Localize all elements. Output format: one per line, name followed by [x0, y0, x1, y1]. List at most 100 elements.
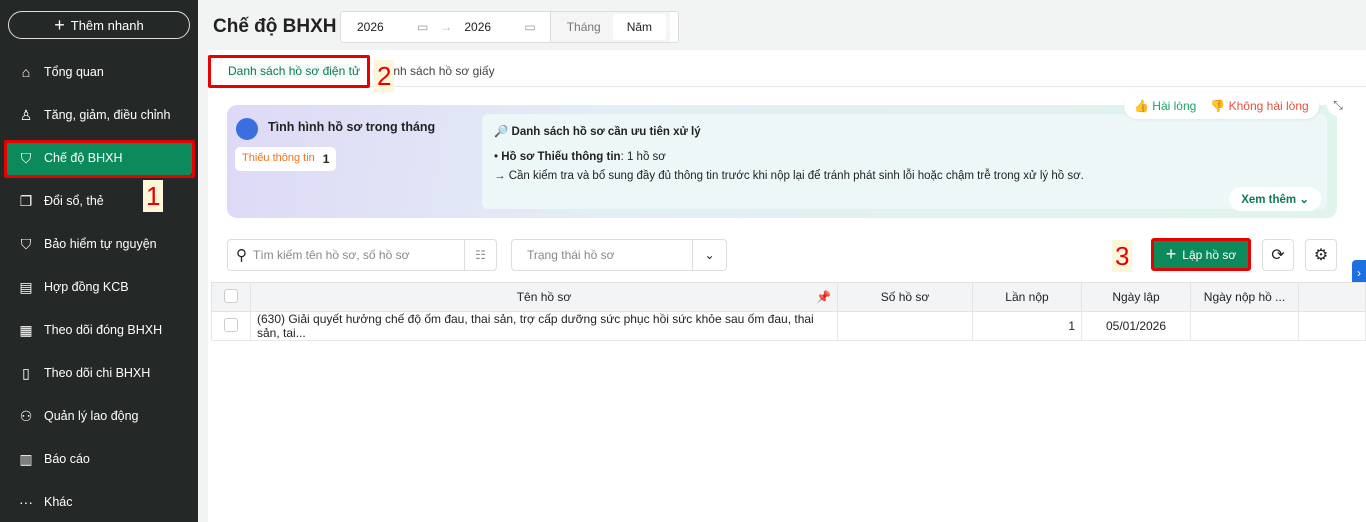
- thumbs-up-icon: 👍: [1134, 99, 1149, 113]
- col-header-created[interactable]: Ngày lập: [1081, 282, 1191, 312]
- refresh-button[interactable]: ⟳: [1262, 239, 1294, 271]
- sidebar-item-5[interactable]: ▤ Hợp đồng KCB: [6, 270, 192, 304]
- sidebar-item-label: Theo dõi đóng BHXH: [44, 323, 163, 337]
- col-header-name[interactable]: Tên hồ sơ 📌: [250, 282, 838, 312]
- search-input[interactable]: Tìm kiếm tên hồ sơ, số hồ sơ: [253, 248, 464, 262]
- sidebar-item-label: Hợp đồng KCB: [44, 280, 129, 294]
- date-from[interactable]: 2026: [357, 20, 417, 34]
- sidebar-item-6[interactable]: ▦ Theo dõi đóng BHXH: [6, 313, 192, 347]
- calendar-icon: ▭: [417, 20, 429, 34]
- sidebar-item-1[interactable]: ♙ Tăng, giảm, điều chỉnh: [6, 98, 192, 132]
- table-row[interactable]: (630) Giải quyết hưởng chế độ ốm đau, th…: [211, 311, 1366, 341]
- toggle-month[interactable]: Tháng: [555, 20, 613, 34]
- col-header-submitted[interactable]: Ngày nộp hồ ...: [1190, 282, 1299, 312]
- select-all-checkbox[interactable]: [224, 288, 238, 303]
- refresh-icon: ⟳: [1271, 247, 1285, 264]
- dislike-label: Không hài lòng: [1228, 99, 1309, 113]
- badge-label: Thiếu thông tin: [242, 152, 315, 164]
- search-icon: 🔎: [494, 126, 509, 138]
- sidebar-item-8[interactable]: ⚇ Quản lý lao động: [6, 399, 192, 433]
- cell-name: (630) Giải quyết hưởng chế độ ốm đau, th…: [250, 311, 838, 341]
- create-label: Lập hồ sơ: [1182, 247, 1237, 262]
- sidebar-item-label: Đổi sổ, thẻ: [44, 194, 104, 208]
- cell-number: [837, 311, 973, 341]
- sidebar-item-label: Tăng, giảm, điều chỉnh: [44, 108, 171, 122]
- sidebar-item-4[interactable]: ⛉ Bảo hiểm tự nguyện: [6, 227, 192, 261]
- sidebar-item-label: Bảo hiểm tự nguyện: [44, 237, 157, 251]
- sidebar-item-9[interactable]: ▥ Báo cáo: [6, 442, 192, 476]
- chevron-down-icon: ⌄: [1299, 194, 1309, 206]
- more-icon: ···: [19, 494, 33, 510]
- bot-avatar-icon: [236, 118, 258, 140]
- advice-text: → Cần kiểm tra và bổ sung đầy đủ thông t…: [494, 170, 1084, 182]
- priority-box: 🔎 Danh sách hồ sơ cần ưu tiên xử lý • Hồ…: [482, 114, 1327, 211]
- pin-icon[interactable]: 📌: [816, 290, 831, 304]
- search-box[interactable]: ⚲ Tìm kiếm tên hồ sơ, số hồ sơ ☷: [227, 239, 497, 271]
- banner-title: Tình hình hồ sơ trong tháng: [268, 120, 436, 134]
- shield-icon: ⛉: [20, 235, 32, 252]
- records-table: Tên hồ sơ 📌 Số hồ sơ Lần nộp Ngày lập Ngà…: [211, 282, 1366, 341]
- plus-icon: +: [1165, 244, 1177, 264]
- sidebar-item-label: Tổng quan: [44, 65, 104, 79]
- col-header-times[interactable]: Lần nộp: [972, 282, 1082, 312]
- annotation-box-1: [4, 140, 195, 178]
- plus-icon: +: [54, 14, 65, 35]
- document-icon: ▤: [19, 278, 33, 295]
- sidebar-item-7[interactable]: ▯ Theo dõi chi BHXH: [6, 356, 192, 390]
- sidebar-item-10[interactable]: ··· Khác: [6, 485, 192, 519]
- dislike-button[interactable]: 👎 Không hài lòng: [1210, 99, 1308, 113]
- sidebar-item-label: Theo dõi chi BHXH: [44, 366, 151, 380]
- cell-times: 1: [972, 311, 1082, 341]
- missing-info-badge[interactable]: Thiếu thông tin 1: [235, 147, 337, 171]
- sidebar-item-label: Quản lý lao động: [44, 409, 139, 423]
- report-icon: ▥: [19, 450, 33, 467]
- chevron-down-icon: ⌄: [692, 240, 726, 270]
- collapse-icon[interactable]: ⤡: [1327, 94, 1349, 116]
- summary-banner: Tình hình hồ sơ trong tháng Thiếu thông …: [227, 105, 1337, 218]
- sidebar-item-label: Báo cáo: [44, 452, 90, 466]
- priority-title: Danh sách hồ sơ cần ưu tiên xử lý: [511, 126, 701, 138]
- quick-add-label: Thêm nhanh: [70, 17, 144, 33]
- annotation-number-2: 2: [374, 60, 395, 92]
- date-to[interactable]: 2026: [464, 20, 524, 34]
- calendar-icon: ▭: [524, 20, 536, 34]
- arrow-right-icon: →: [440, 20, 453, 34]
- sidebar-item-3[interactable]: ❐ Đổi sổ, thẻ: [6, 184, 192, 218]
- user-icon: ♙: [19, 106, 33, 123]
- gear-icon: ⚙: [1313, 247, 1329, 264]
- bullet-bold: Hồ sơ Thiếu thông tin: [501, 151, 621, 163]
- copy-icon: ❐: [19, 192, 33, 209]
- calendar-icon: ▦: [19, 321, 33, 338]
- search-icon: ⚲: [236, 247, 247, 264]
- like-button[interactable]: 👍 Hài lòng: [1134, 99, 1196, 113]
- bullet-rest: : 1 hồ sơ: [620, 151, 666, 163]
- home-icon: ⌂: [21, 64, 31, 80]
- sidebar: + Thêm nhanh ⌂ Tổng quan ♙ Tăng, giảm, điều …: [0, 0, 198, 522]
- sidebar-item-label: Khác: [44, 495, 73, 509]
- status-placeholder: Trạng thái hồ sơ: [527, 248, 615, 262]
- see-more-button[interactable]: Xem thêm ⌄: [1229, 187, 1321, 211]
- col-name-label: Tên hồ sơ: [516, 290, 572, 304]
- row-checkbox[interactable]: [224, 317, 238, 332]
- users-icon: ⚇: [19, 407, 33, 424]
- sidebar-item-0[interactable]: ⌂ Tổng quan: [6, 55, 192, 89]
- thumbs-down-icon: 👎: [1210, 99, 1226, 113]
- col-header-number[interactable]: Số hồ sơ: [837, 282, 973, 312]
- cell-created: 05/01/2026: [1081, 311, 1191, 341]
- like-label: Hài lòng: [1152, 99, 1197, 113]
- quick-add-button[interactable]: + Thêm nhanh: [8, 11, 190, 39]
- settings-button[interactable]: ⚙: [1305, 239, 1337, 271]
- annotation-number-1: 1: [143, 180, 164, 212]
- page-title: Chế độ BHXH: [213, 16, 337, 37]
- status-select[interactable]: Trạng thái hồ sơ ⌄: [511, 239, 727, 271]
- cell-submitted: [1190, 311, 1299, 341]
- toggle-year[interactable]: Năm: [612, 14, 667, 40]
- date-range-picker[interactable]: 2026 ▭ → 2026 ▭ Tháng Năm: [340, 11, 679, 43]
- annotation-number-3: 3: [1112, 240, 1133, 272]
- badge-count: 1: [322, 152, 330, 166]
- file-icon: ▯: [22, 364, 30, 381]
- tab-paper[interactable]: Danh sách hồ sơ giấy: [378, 64, 495, 78]
- create-record-button[interactable]: + Lập hồ sơ: [1151, 238, 1251, 271]
- filter-icon[interactable]: ☷: [464, 240, 496, 270]
- see-more-label: Xem thêm: [1241, 194, 1297, 206]
